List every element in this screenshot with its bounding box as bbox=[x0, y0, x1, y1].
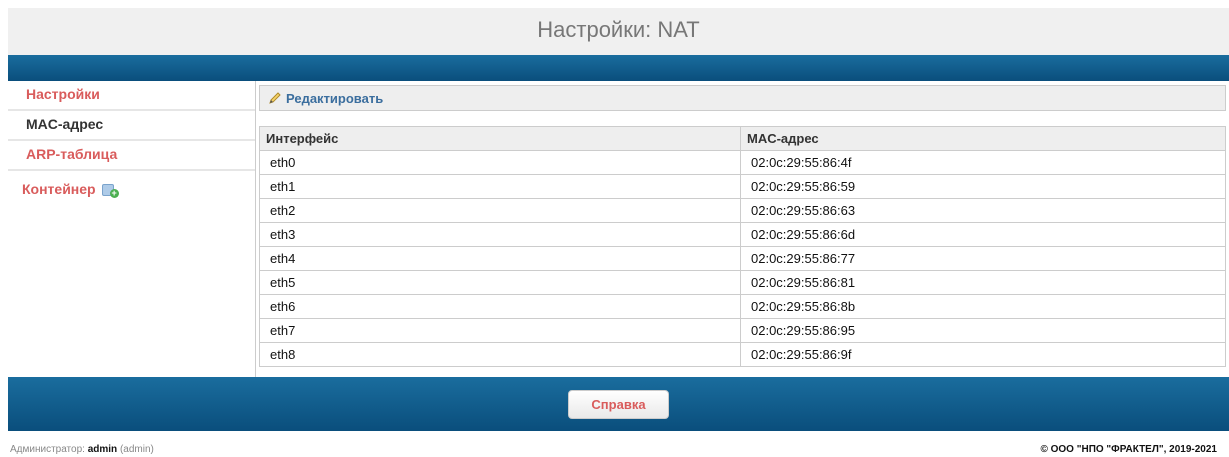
table-row: eth4 02:0c:29:55:86:77 bbox=[259, 246, 1226, 271]
copyright: © ООО "НПО "ФРАКТЕЛ", 2019-2021 bbox=[1040, 444, 1217, 455]
table-row: eth5 02:0c:29:55:86:81 bbox=[259, 270, 1226, 295]
mac-cell: 02:0c:29:55:86:8b bbox=[740, 294, 1226, 319]
mac-cell: 02:0c:29:55:86:77 bbox=[740, 246, 1226, 271]
interface-cell: eth2 bbox=[259, 198, 741, 223]
mac-cell: 02:0c:29:55:86:59 bbox=[740, 174, 1226, 199]
interface-cell: eth1 bbox=[259, 174, 741, 199]
table-row: eth3 02:0c:29:55:86:6d bbox=[259, 222, 1226, 247]
sidebar-item-label: Настройки bbox=[26, 86, 100, 102]
sidebar-item-mac-address[interactable]: MAC-адрес bbox=[8, 111, 255, 141]
sidebar-container-label: Контейнер bbox=[22, 181, 96, 197]
interface-cell: eth7 bbox=[259, 318, 741, 343]
sidebar-item-arp-table[interactable]: ARP-таблица bbox=[8, 141, 255, 171]
pencil-icon bbox=[269, 92, 281, 104]
table-row: eth2 02:0c:29:55:86:63 bbox=[259, 198, 1226, 223]
table-header-row: Интерфейс MAC-адрес bbox=[259, 126, 1226, 151]
sidebar-item-container[interactable]: Контейнер + bbox=[8, 171, 255, 198]
admin-name: admin bbox=[87, 444, 118, 455]
edit-button[interactable]: Редактировать bbox=[259, 85, 1226, 111]
mac-cell: 02:0c:29:55:86:95 bbox=[740, 318, 1226, 343]
table-row: eth7 02:0c:29:55:86:95 bbox=[259, 318, 1226, 343]
column-header-mac: MAC-адрес bbox=[740, 126, 1226, 151]
admin-prefix: Администратор: bbox=[10, 444, 85, 455]
interface-cell: eth3 bbox=[259, 222, 741, 247]
help-button[interactable]: Справка bbox=[568, 389, 669, 419]
mac-cell: 02:0c:29:55:86:6d bbox=[740, 222, 1226, 247]
column-header-interface: Интерфейс bbox=[259, 126, 741, 151]
sidebar: Настройки MAC-адрес ARP-таблица Контейне… bbox=[8, 81, 255, 377]
interface-cell: eth4 bbox=[259, 246, 741, 271]
page: Настройки: NAT Настройки MAC-адрес ARP-т… bbox=[0, 0, 1229, 457]
interface-cell: eth8 bbox=[259, 342, 741, 367]
sidebar-item-label: MAC-адрес bbox=[26, 116, 104, 132]
bottom-bar: Справка bbox=[8, 377, 1229, 431]
admin-role: (admin) bbox=[119, 444, 154, 455]
top-accent-bar bbox=[8, 55, 1229, 81]
mac-cell: 02:0c:29:55:86:81 bbox=[740, 270, 1226, 295]
page-header: Настройки: NAT bbox=[8, 8, 1229, 55]
add-container-icon[interactable]: + bbox=[101, 182, 119, 198]
table-row: eth8 02:0c:29:55:86:9f bbox=[259, 342, 1226, 367]
mac-cell: 02:0c:29:55:86:63 bbox=[740, 198, 1226, 223]
interface-cell: eth6 bbox=[259, 294, 741, 319]
page-title: Настройки: NAT bbox=[537, 17, 700, 42]
edit-label: Редактировать bbox=[286, 90, 384, 106]
sidebar-item-settings[interactable]: Настройки bbox=[8, 81, 255, 111]
main-content: Редактировать Интерфейс MAC-адрес eth0 02… bbox=[255, 81, 1229, 377]
mac-cell: 02:0c:29:55:86:9f bbox=[740, 342, 1226, 367]
interface-cell: eth5 bbox=[259, 270, 741, 295]
interface-cell: eth0 bbox=[259, 150, 741, 175]
table-row: eth1 02:0c:29:55:86:59 bbox=[259, 174, 1226, 199]
mac-cell: 02:0c:29:55:86:4f bbox=[740, 150, 1226, 175]
table-row: eth6 02:0c:29:55:86:8b bbox=[259, 294, 1226, 319]
table-row: eth0 02:0c:29:55:86:4f bbox=[259, 150, 1226, 175]
admin-info: Администратор: admin (admin) bbox=[10, 444, 154, 455]
sidebar-item-label: ARP-таблица bbox=[26, 146, 118, 162]
mac-address-table: Интерфейс MAC-адрес eth0 02:0c:29:55:86:4… bbox=[259, 126, 1226, 367]
